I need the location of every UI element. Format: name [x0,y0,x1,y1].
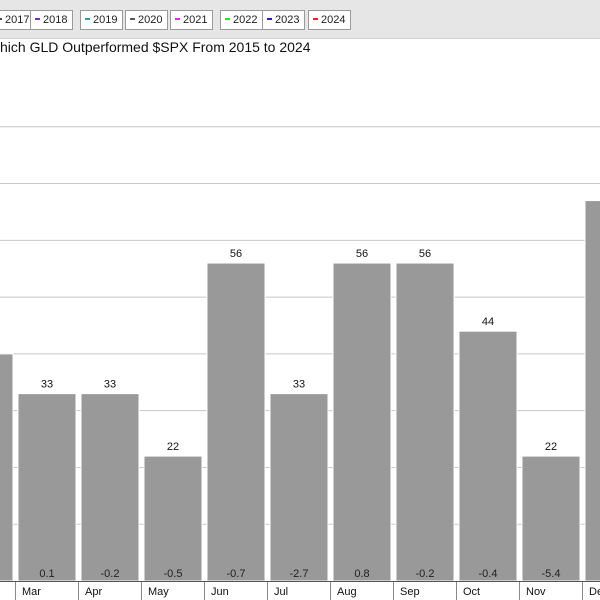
bar [395,262,455,582]
data-label: 56 [230,248,242,260]
x-tick-label: Nov [526,586,546,598]
sub-label: -0.7 [227,568,246,580]
x-tick-label: Apr [85,586,102,598]
x-tick-label: Aug [337,586,357,598]
sub-label: -2.7 [290,568,309,580]
x-tick-label: May [148,586,169,598]
sub-label: -0.2 [416,568,435,580]
bar [584,200,600,582]
data-label: 22 [545,441,557,453]
sub-label: -5.4 [542,568,561,580]
x-tick-label: De [589,586,600,598]
sub-label: -0.2 [101,568,120,580]
bar [332,262,392,582]
sub-label: -0.5 [164,568,183,580]
data-label: 33 [104,379,116,391]
data-label: 56 [356,248,368,260]
sub-label: 0.1 [39,568,54,580]
x-tick-label: Oct [463,586,480,598]
bar [521,455,581,582]
x-tick-label: Sep [400,586,420,598]
x-tick-label: Jun [211,586,229,598]
bar [206,262,266,582]
bar-chart: 33 0.1 Mar 33 -0.2 Apr 22 -0.5 May 56 -0.7 Jun 33 -2.… [0,126,600,600]
bar [269,393,329,582]
bar [0,353,14,582]
bar [143,455,203,582]
data-label: 33 [41,379,53,391]
data-label: 22 [167,441,179,453]
bar [17,393,77,582]
bar [80,393,140,582]
x-tick-label: Mar [22,586,41,598]
sub-label: 0.8 [354,568,369,580]
data-label: 33 [293,379,305,391]
data-label: 44 [482,316,494,328]
sub-label: -0.4 [479,568,498,580]
data-label: 56 [419,248,431,260]
bar [458,330,518,582]
x-tick-label: Jul [274,586,288,598]
